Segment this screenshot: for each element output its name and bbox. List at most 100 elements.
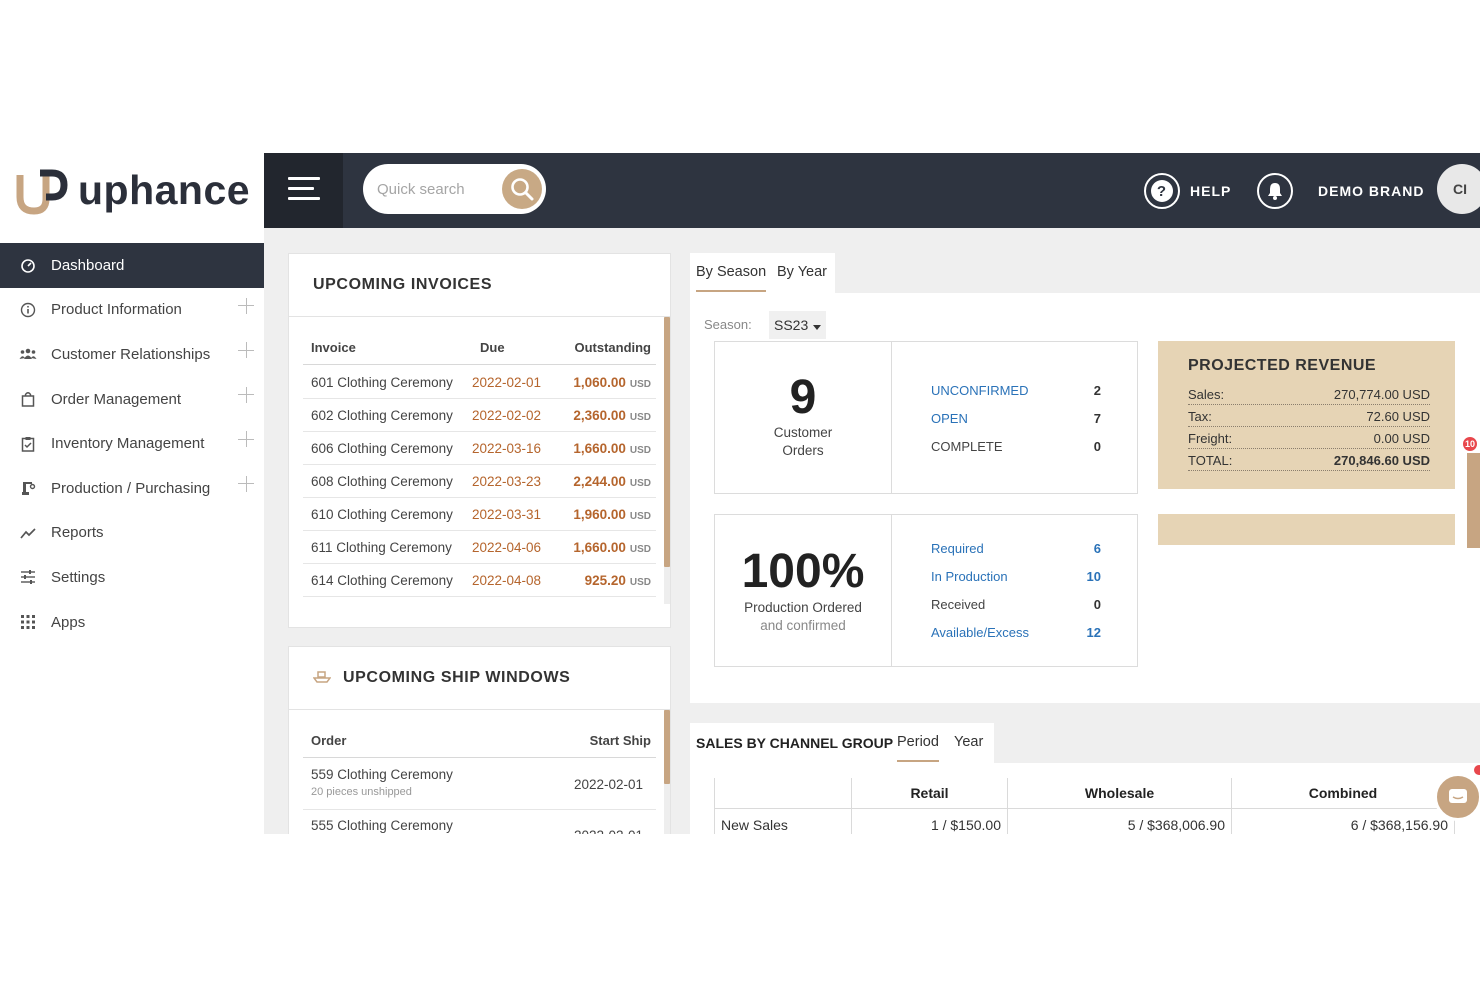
invoice-link[interactable]: 614 Clothing Ceremony <box>303 573 472 588</box>
tab-by-year[interactable]: By Year <box>777 264 827 280</box>
expand-plus-icon[interactable] <box>238 475 254 492</box>
season-select[interactable]: SS23 <box>769 311 827 339</box>
table-row[interactable]: 611 Clothing Ceremony 2022-04-06 1,660.00 U… <box>303 531 656 564</box>
invoices-scrollbar[interactable] <box>664 317 670 604</box>
stat-row[interactable]: UNCONFIRMED 2 <box>931 380 1139 400</box>
stat-value: 10 <box>1086 568 1101 584</box>
production-caption-line2: and confirmed <box>760 618 846 633</box>
brand-wordmark: uphance <box>78 167 251 213</box>
search-button[interactable] <box>502 169 542 209</box>
revenue-row: Sales: 270,774.00 USD <box>1188 385 1430 405</box>
sidebar: uphance Dashboard Product Information Cust… <box>0 153 264 834</box>
outstanding-amount: 2,244.00 <box>573 473 626 489</box>
column-header-order: Order <box>311 733 347 748</box>
brand-switcher[interactable]: DEMO BRAND <box>1318 153 1424 228</box>
stat-label[interactable]: UNCONFIRMED <box>931 383 1029 398</box>
notifications-button[interactable] <box>1257 153 1303 228</box>
sidebar-item-production-purchasing[interactable]: Production / Purchasing <box>0 466 264 511</box>
top-bar: ? HELP DEMO BRAND CI <box>264 153 1480 228</box>
help-link[interactable]: ? HELP <box>1144 153 1231 228</box>
wholesale-value: 5 / $368,006.90 <box>1008 809 1232 834</box>
stat-label[interactable]: In Production <box>931 569 1008 584</box>
invoice-outstanding: 2,360.00 USD <box>552 408 651 423</box>
customer-orders-summary[interactable]: 9 Customer Orders <box>715 342 892 493</box>
currency-code: USD <box>629 543 651 555</box>
shopping-bag-icon <box>18 389 38 409</box>
expand-plus-icon[interactable] <box>238 342 254 359</box>
tab-year[interactable]: Year <box>954 734 983 750</box>
order-link[interactable]: 559 Clothing Ceremony <box>311 767 543 782</box>
expand-plus-icon[interactable] <box>238 297 254 314</box>
stat-label: COMPLETE <box>931 438 1003 454</box>
stat-value: 0 <box>1093 597 1101 613</box>
invoice-link[interactable]: 601 Clothing Ceremony <box>303 375 472 390</box>
customer-orders-card: 9 Customer Orders UNCONFIRMED 2 OPEN 7 COMPL… <box>714 341 1138 494</box>
outstanding-amount: 1,660.00 <box>573 539 626 555</box>
ship-order-cell: 559 Clothing Ceremony 20 pieces unshipped <box>303 759 543 798</box>
notification-badge[interactable]: 10 <box>1461 435 1479 453</box>
invoice-link[interactable]: 610 Clothing Ceremony <box>303 507 472 522</box>
currency-code: USD <box>629 411 651 423</box>
stat-row[interactable]: Available/Excess 12 <box>931 623 1139 643</box>
table-row[interactable]: 614 Clothing Ceremony 2022-04-08 925.20 USD <box>303 564 656 597</box>
stat-label[interactable]: Required <box>931 541 984 556</box>
channel-tabs: SALES BY CHANNEL GROUP Period Year <box>690 723 994 765</box>
tab-period[interactable]: Period <box>897 734 939 762</box>
stat-label[interactable]: Available/Excess <box>931 625 1029 640</box>
stat-label[interactable]: OPEN <box>931 411 968 426</box>
sidebar-item-dashboard[interactable]: Dashboard <box>0 243 264 288</box>
sidebar-item-product-information[interactable]: Product Information <box>0 288 264 333</box>
table-row[interactable]: 555 Clothing Ceremony2022-02-01 <box>303 810 656 834</box>
channel-title: SALES BY CHANNEL GROUP <box>696 735 894 751</box>
column-header-start-ship: Start Ship <box>589 733 651 748</box>
sidebar-item-label: Reports <box>51 524 104 542</box>
hamburger-menu-button[interactable] <box>264 153 343 228</box>
table-row[interactable]: New Sales 1 / $150.00 5 / $368,006.90 6 / $… <box>714 809 1456 834</box>
table-row[interactable]: 606 Clothing Ceremony 2022-03-16 1,660.00 U… <box>303 432 656 465</box>
order-link[interactable]: 555 Clothing Ceremony <box>311 818 543 833</box>
invoice-link[interactable]: 602 Clothing Ceremony <box>303 408 472 423</box>
hamburger-line <box>288 187 314 190</box>
sidebar-item-settings[interactable]: Settings <box>0 555 264 600</box>
stat-row[interactable]: OPEN 7 <box>931 408 1139 428</box>
sidebar-item-label: Apps <box>51 613 86 631</box>
table-row[interactable]: 610 Clothing Ceremony 2022-03-31 1,960.00 U… <box>303 498 656 531</box>
ship-scrollbar[interactable] <box>664 710 670 834</box>
stat-label: Received <box>931 597 986 613</box>
scrollbar-thumb[interactable] <box>664 317 670 567</box>
invoice-link[interactable]: 608 Clothing Ceremony <box>303 474 472 489</box>
production-stats-list: Required 6 In Production 10 Received 0 Availab… <box>931 538 1139 658</box>
sidebar-item-inventory-management[interactable]: Inventory Management <box>0 421 264 466</box>
invoice-link[interactable]: 611 Clothing Ceremony <box>303 540 472 555</box>
table-row[interactable]: 608 Clothing Ceremony 2022-03-23 2,244.00 U… <box>303 465 656 498</box>
brand-logo[interactable]: uphance <box>0 153 264 228</box>
expand-plus-icon[interactable] <box>238 431 254 448</box>
chat-launcher-button[interactable] <box>1434 773 1480 821</box>
stat-row[interactable]: In Production 10 <box>931 566 1139 586</box>
ship-icon <box>312 669 332 688</box>
production-card: 100% Production Ordered and confirmed Re… <box>714 514 1138 667</box>
sidebar-item-apps[interactable]: Apps <box>0 600 264 645</box>
sidebar-item-reports[interactable]: Reports <box>0 511 264 556</box>
side-drawer-tab[interactable] <box>1467 453 1480 548</box>
season-overview-panel: Season: SS23 9 Customer Orders UNCONFIRM… <box>690 293 1480 703</box>
column-header-outstanding: Outstanding <box>574 340 651 355</box>
expand-plus-icon[interactable] <box>238 386 254 403</box>
invoice-link[interactable]: 606 Clothing Ceremony <box>303 441 472 456</box>
stat-row[interactable]: Required 6 <box>931 538 1139 558</box>
sidebar-item-label: Customer Relationships <box>51 345 211 363</box>
table-row[interactable]: 601 Clothing Ceremony 2022-02-01 1,060.00 U… <box>303 366 656 399</box>
search-input[interactable] <box>377 178 487 200</box>
tab-by-season[interactable]: By Season <box>696 264 767 292</box>
user-avatar[interactable]: CI <box>1437 164 1480 214</box>
scrollbar-thumb[interactable] <box>664 710 670 784</box>
panel-title: UPCOMING INVOICES <box>289 254 670 317</box>
production-summary[interactable]: 100% Production Ordered and confirmed <box>715 515 892 666</box>
table-row[interactable]: 602 Clothing Ceremony 2022-02-02 2,360.00 U… <box>303 399 656 432</box>
revenue-title: PROJECTED REVENUE <box>1188 357 1377 374</box>
hamburger-line <box>288 177 320 180</box>
sidebar-item-order-management[interactable]: Order Management <box>0 377 264 422</box>
upcoming-invoices-panel: UPCOMING INVOICES Invoice Due Outstandin… <box>288 253 671 628</box>
table-row[interactable]: 559 Clothing Ceremony 20 pieces unshipped… <box>303 759 656 810</box>
sidebar-item-customer-relationships[interactable]: Customer Relationships <box>0 332 264 377</box>
